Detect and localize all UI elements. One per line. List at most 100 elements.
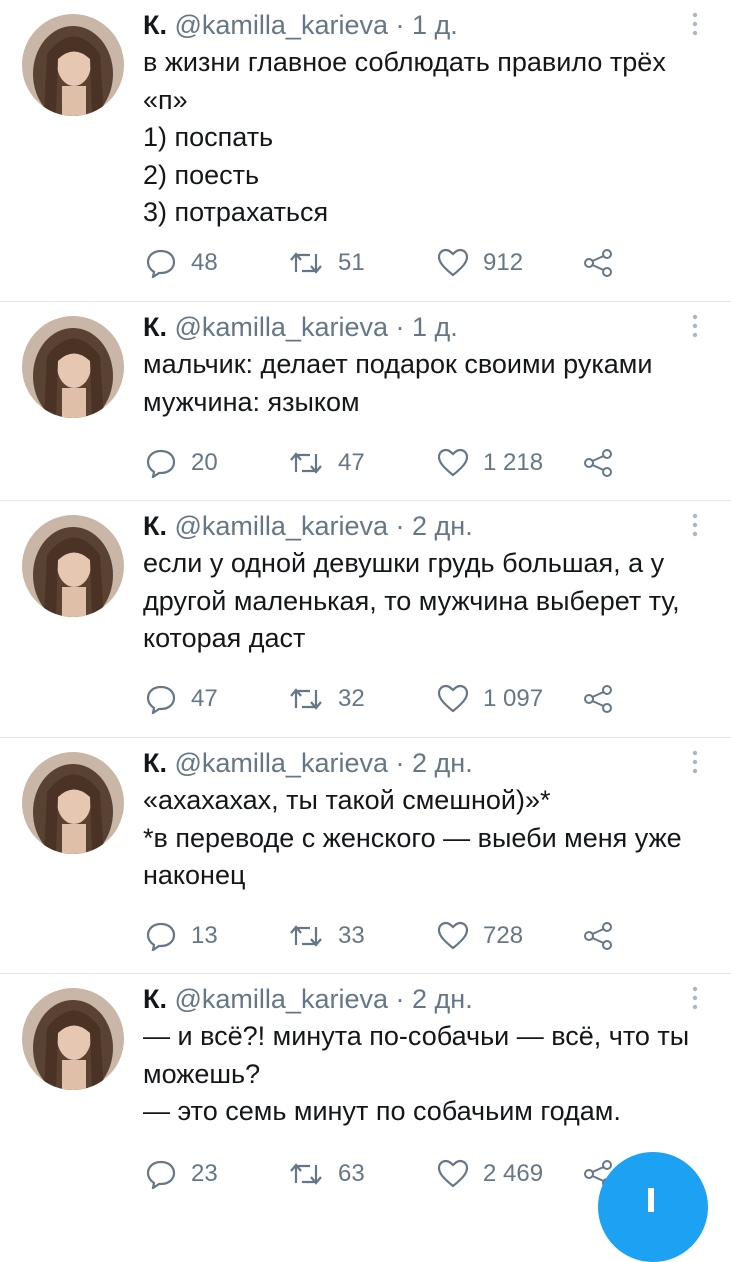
timestamp[interactable]: 1 д. <box>412 10 458 40</box>
reply-button[interactable]: 47 <box>145 682 218 716</box>
like-icon <box>437 684 469 714</box>
retweet-button[interactable]: 33 <box>288 919 365 953</box>
tweet-line: если у одной девушки грудь большая, а у <box>143 548 665 578</box>
retweet-count: 51 <box>338 249 365 276</box>
retweet-button[interactable]: 32 <box>288 682 365 716</box>
like-count: 2 469 <box>483 1160 544 1187</box>
tweet-line: мальчик: делает подарок своими руками <box>143 349 653 379</box>
reply-count: 23 <box>191 1160 218 1187</box>
user-handle[interactable]: @kamilla_karieva <box>175 511 388 541</box>
user-handle[interactable]: @kamilla_karieva <box>175 10 388 40</box>
tweet-actions: 20 47 1 218 <box>145 446 625 480</box>
reply-count: 13 <box>191 922 218 949</box>
separator: · <box>395 984 405 1014</box>
display-name[interactable]: К. <box>143 984 167 1014</box>
reply-icon <box>145 921 177 951</box>
tweet-line: — это семь минут по собачьим годам. <box>143 1096 621 1126</box>
tweet-line: в жизни главное соблюдать правило трёх <box>143 47 666 77</box>
reply-count: 47 <box>191 685 218 712</box>
share-button[interactable] <box>582 919 614 953</box>
reply-button[interactable]: 13 <box>145 919 218 953</box>
reply-button[interactable]: 23 <box>145 1157 218 1191</box>
tweet[interactable]: К. @kamilla_karieva · 1 д. мальчик: дела… <box>0 302 731 501</box>
more-icon[interactable] <box>685 748 705 776</box>
tweet-line: можешь? <box>143 1058 261 1089</box>
avatar[interactable] <box>22 14 124 116</box>
more-icon[interactable] <box>685 984 705 1012</box>
timestamp[interactable]: 2 дн. <box>412 511 473 541</box>
display-name[interactable]: К. <box>143 511 167 541</box>
compose-button[interactable] <box>598 1152 708 1262</box>
tweet-line: 3) потрахаться <box>143 197 329 227</box>
tweet-text: «ахахахах, ты такой смешной)»* *в перево… <box>143 782 701 895</box>
retweet-button[interactable]: 47 <box>288 446 365 480</box>
like-count: 912 <box>483 249 524 276</box>
tweet-text: — и всё?! минута по-собачьи — всё, что т… <box>143 1018 701 1131</box>
compose-icon <box>648 1188 654 1212</box>
tweet[interactable]: К. @kamilla_karieva · 2 дн. «ахахахах, т… <box>0 738 731 974</box>
retweet-icon <box>288 248 324 278</box>
share-button[interactable] <box>582 246 614 280</box>
reply-icon <box>145 684 177 714</box>
like-button[interactable]: 2 469 <box>437 1157 543 1191</box>
tweet-header: К. @kamilla_karieva · 2 дн. <box>143 746 701 780</box>
retweet-count: 32 <box>338 685 365 712</box>
retweet-icon <box>288 448 324 478</box>
tweet[interactable]: К. @kamilla_karieva · 2 дн. если у одной… <box>0 501 731 738</box>
tweet-line: — и всё?! минута по-собачьи — всё, что т… <box>143 1021 690 1051</box>
avatar[interactable] <box>22 988 124 1090</box>
tweet-header: К. @kamilla_karieva · 2 дн. <box>143 982 701 1016</box>
avatar[interactable] <box>22 515 124 617</box>
retweet-button[interactable]: 51 <box>288 246 365 280</box>
timestamp[interactable]: 2 дн. <box>412 984 473 1014</box>
retweet-button[interactable]: 63 <box>288 1157 365 1191</box>
like-count: 1 097 <box>483 685 544 712</box>
reply-count: 20 <box>191 449 218 476</box>
like-button[interactable]: 1 097 <box>437 682 543 716</box>
share-icon <box>582 684 614 714</box>
tweet-line: другой маленькая, то мужчина выберет ту, <box>143 585 680 616</box>
tweet-line: мужчина: языком <box>143 386 360 417</box>
display-name[interactable]: К. <box>143 312 167 342</box>
reply-button[interactable]: 20 <box>145 446 218 480</box>
tweet[interactable]: К. @kamilla_karieva · 1 д. в жизни главн… <box>0 0 731 302</box>
timestamp[interactable]: 2 дн. <box>412 748 473 778</box>
retweet-count: 47 <box>338 449 365 476</box>
timestamp[interactable]: 1 д. <box>412 312 458 342</box>
user-handle[interactable]: @kamilla_karieva <box>175 312 388 342</box>
reply-icon <box>145 248 177 278</box>
display-name[interactable]: К. <box>143 10 167 40</box>
tweet-actions: 13 33 728 <box>145 919 625 953</box>
tweet-line: «ахахахах, ты такой смешной)»* <box>143 785 551 815</box>
tweet-line: «п» <box>143 84 188 115</box>
more-icon[interactable] <box>685 511 705 539</box>
share-button[interactable] <box>582 682 614 716</box>
tweet-actions: 48 51 912 <box>145 246 625 280</box>
tweet-text: если у одной девушки грудь большая, а у … <box>143 545 701 658</box>
tweet-text: мальчик: делает подарок своими руками му… <box>143 346 701 421</box>
reply-icon <box>145 1159 177 1189</box>
more-icon[interactable] <box>685 312 705 340</box>
display-name[interactable]: К. <box>143 748 167 778</box>
avatar[interactable] <box>22 752 124 854</box>
tweet-line: которая даст <box>143 623 306 653</box>
tweet-actions: 23 63 2 469 <box>145 1157 625 1191</box>
tweet-line: *в переводе с женского — выеби меня уже <box>143 822 682 853</box>
share-button[interactable] <box>582 446 614 480</box>
separator: · <box>395 748 405 778</box>
tweet-line: 2) поесть <box>143 159 260 190</box>
retweet-icon <box>288 921 324 951</box>
user-handle[interactable]: @kamilla_karieva <box>175 748 388 778</box>
avatar[interactable] <box>22 316 124 418</box>
tweet-header: К. @kamilla_karieva · 1 д. <box>143 310 701 344</box>
share-icon <box>582 921 614 951</box>
like-button[interactable]: 912 <box>437 246 523 280</box>
reply-button[interactable]: 48 <box>145 246 218 280</box>
like-button[interactable]: 1 218 <box>437 446 543 480</box>
more-icon[interactable] <box>685 10 705 38</box>
tweet-line: наконец <box>143 860 246 890</box>
user-handle[interactable]: @kamilla_karieva <box>175 984 388 1014</box>
retweet-count: 33 <box>338 922 365 949</box>
share-icon <box>582 448 614 478</box>
like-button[interactable]: 728 <box>437 919 523 953</box>
